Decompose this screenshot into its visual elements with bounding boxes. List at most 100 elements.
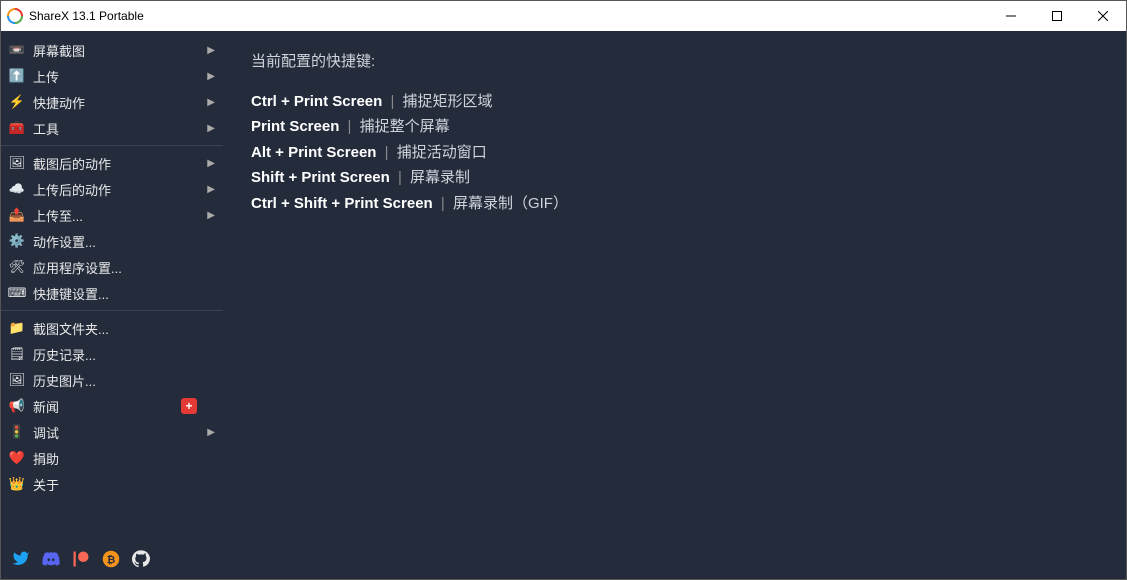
menu-news[interactable]: 📢 新闻+ (1, 393, 223, 419)
menu-tools[interactable]: 🧰 工具 ▶ (1, 115, 223, 141)
menu-label: 上传 (33, 67, 203, 86)
menu-label: 应用程序设置... (33, 258, 215, 277)
menu-after-upload[interactable]: ☁️ 上传后的动作 ▶ (1, 176, 223, 202)
menu-debug[interactable]: 🚦 调试 ▶ (1, 419, 223, 445)
menu-label: 快捷动作 (33, 93, 203, 112)
patreon-icon[interactable] (71, 549, 91, 569)
hotkey-keys: Alt + Print Screen (251, 144, 376, 161)
twitter-icon[interactable] (11, 549, 31, 569)
window-title: ShareX 13.1 Portable (29, 9, 144, 23)
upload-icon: ⬆️ (9, 68, 25, 84)
app-icon (7, 8, 23, 24)
submenu-arrow-icon: ▶ (207, 123, 215, 134)
svg-text:₿: ₿ (107, 554, 116, 566)
hotkey-action: 捕捉活动窗口 (397, 144, 487, 161)
menu-image-history[interactable]: 🖼 历史图片... (1, 367, 223, 393)
after-capture-icon: 🖼 (9, 155, 25, 171)
hotkey-action: 捕捉整个屏幕 (360, 118, 450, 135)
task-settings-icon: ⚙️ (9, 233, 25, 249)
donate-icon: ❤️ (9, 450, 25, 466)
minimize-button[interactable] (988, 1, 1034, 31)
news-badge: + (181, 398, 197, 414)
menu-donate[interactable]: ❤️ 捐助 (1, 445, 223, 471)
social-bar: ₿ (1, 541, 223, 579)
hotkey-action: 捕捉矩形区域 (403, 93, 493, 110)
hotkey-settings-icon: ⌨ (9, 285, 25, 301)
news-icon: 📢 (9, 398, 25, 414)
discord-icon[interactable] (41, 549, 61, 569)
menu-separator (1, 145, 223, 146)
menu-screenshots-folder[interactable]: 📁 截图文件夹... (1, 315, 223, 341)
menu-label: 动作设置... (33, 232, 215, 251)
hotkey-action: 屏幕录制 (410, 169, 470, 186)
hotkey-line: Print Screen | 捕捉整个屏幕 (251, 114, 1098, 140)
menu-after-capture[interactable]: 🖼 截图后的动作 ▶ (1, 150, 223, 176)
menu-label: 快捷键设置... (33, 284, 215, 303)
window-controls (988, 1, 1126, 31)
maximize-button[interactable] (1034, 1, 1080, 31)
capture-icon: 📼 (9, 42, 25, 58)
menu-label: 关于 (33, 475, 215, 494)
menu-about[interactable]: 👑 关于 (1, 471, 223, 497)
menu-upload[interactable]: ⬆️ 上传 ▶ (1, 63, 223, 89)
separator-pipe: | (380, 144, 392, 161)
submenu-arrow-icon: ▶ (207, 210, 215, 221)
menu-hotkey-settings[interactable]: ⌨ 快捷键设置... (1, 280, 223, 306)
separator-pipe: | (386, 93, 398, 110)
destinations-icon: 📤 (9, 207, 25, 223)
hotkey-keys: Ctrl + Shift + Print Screen (251, 195, 433, 212)
menu-history[interactable]: 🗒 历史记录... (1, 341, 223, 367)
menu-label: 工具 (33, 119, 203, 138)
close-button[interactable] (1080, 1, 1126, 31)
hotkeys-heading: 当前配置的快捷键: (251, 49, 1098, 75)
menu-destinations[interactable]: 📤 上传至... ▶ (1, 202, 223, 228)
submenu-arrow-icon: ▶ (207, 184, 215, 195)
hotkey-keys: Ctrl + Print Screen (251, 93, 382, 110)
hotkey-keys: Shift + Print Screen (251, 169, 390, 186)
submenu-arrow-icon: ▶ (207, 97, 215, 108)
workflow-icon: ⚡ (9, 94, 25, 110)
app-window: ShareX 13.1 Portable 📼 屏幕截图 ▶ ⬆️ 上传 ▶ ⚡ 快捷动作 ▶ 🧰 工… (0, 0, 1127, 580)
menu-label: 历史图片... (33, 371, 215, 390)
menu-label: 屏幕截图 (33, 41, 203, 60)
menu-task-settings[interactable]: ⚙️ 动作设置... (1, 228, 223, 254)
menu-workflows[interactable]: ⚡ 快捷动作 ▶ (1, 89, 223, 115)
folder-icon: 📁 (9, 320, 25, 336)
menu-label: 历史记录... (33, 345, 215, 364)
sidebar: 📼 屏幕截图 ▶ ⬆️ 上传 ▶ ⚡ 快捷动作 ▶ 🧰 工具 ▶ 🖼 截图后的动作 ▶ ☁️ 上传后的动作 ▶ 📤 上… (1, 31, 223, 579)
hotkey-keys: Print Screen (251, 118, 339, 135)
menu-separator (1, 310, 223, 311)
separator-pipe: | (437, 195, 449, 212)
menu-label: 截图后的动作 (33, 154, 203, 173)
separator-pipe: | (394, 169, 406, 186)
menu-app-settings[interactable]: 🛠 应用程序设置... (1, 254, 223, 280)
submenu-arrow-icon: ▶ (207, 45, 215, 56)
submenu-arrow-icon: ▶ (207, 158, 215, 169)
hotkey-action: 屏幕录制（GIF） (453, 195, 568, 212)
tools-icon: 🧰 (9, 120, 25, 136)
hotkey-line: Shift + Print Screen | 屏幕录制 (251, 165, 1098, 191)
hotkey-line: Ctrl + Shift + Print Screen | 屏幕录制（GIF） (251, 191, 1098, 217)
titlebar[interactable]: ShareX 13.1 Portable (1, 1, 1126, 31)
menu-capture[interactable]: 📼 屏幕截图 ▶ (1, 37, 223, 63)
debug-icon: 🚦 (9, 424, 25, 440)
hotkey-line: Alt + Print Screen | 捕捉活动窗口 (251, 140, 1098, 166)
about-icon: 👑 (9, 476, 25, 492)
menu-label: 上传后的动作 (33, 180, 203, 199)
client-area: 📼 屏幕截图 ▶ ⬆️ 上传 ▶ ⚡ 快捷动作 ▶ 🧰 工具 ▶ 🖼 截图后的动作 ▶ ☁️ 上传后的动作 ▶ 📤 上… (1, 31, 1126, 579)
submenu-arrow-icon: ▶ (207, 71, 215, 82)
after-upload-icon: ☁️ (9, 181, 25, 197)
menu-label: 捐助 (33, 449, 215, 468)
image-history-icon: 🖼 (9, 372, 25, 388)
bitcoin-icon[interactable]: ₿ (101, 549, 121, 569)
hotkey-line: Ctrl + Print Screen | 捕捉矩形区域 (251, 89, 1098, 115)
history-icon: 🗒 (9, 346, 25, 362)
menu-label: 截图文件夹... (33, 319, 215, 338)
submenu-arrow-icon: ▶ (207, 427, 215, 438)
github-icon[interactable] (131, 549, 151, 569)
app-settings-icon: 🛠 (9, 259, 25, 275)
menu-label: 新闻 (33, 397, 181, 416)
menu-label: 调试 (33, 423, 203, 442)
menu-label: 上传至... (33, 206, 203, 225)
separator-pipe: | (343, 118, 355, 135)
